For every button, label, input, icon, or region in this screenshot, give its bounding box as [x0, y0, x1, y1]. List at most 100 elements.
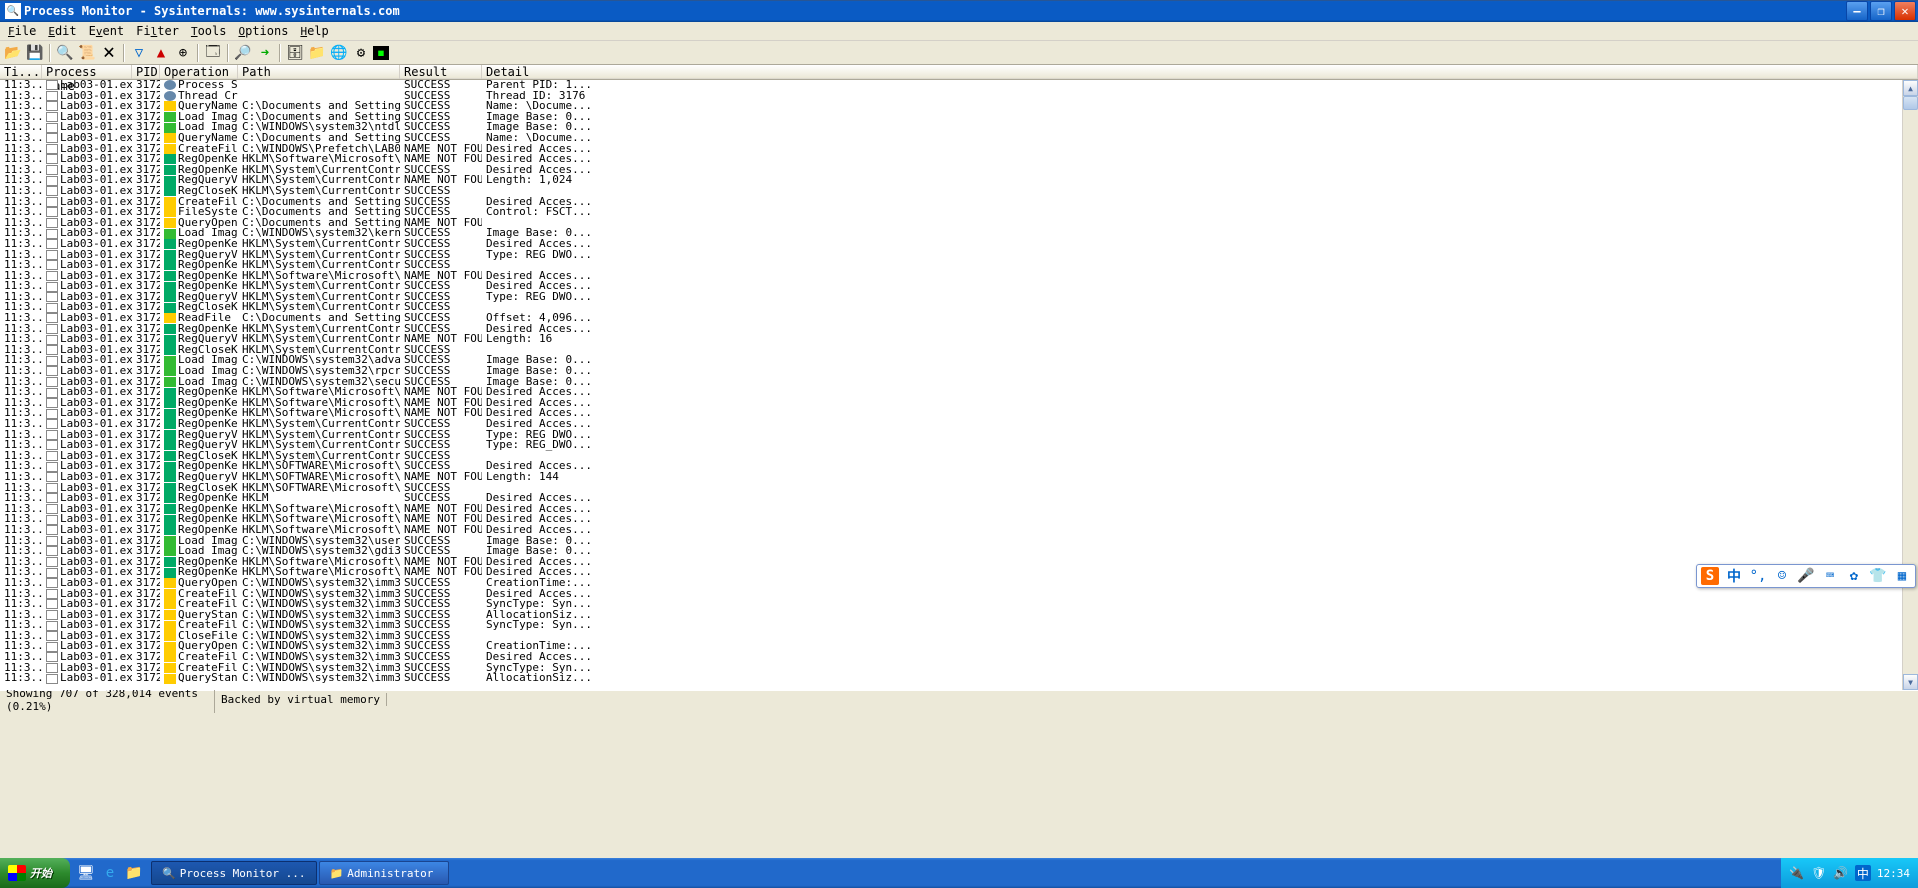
table-row[interactable]: 11:3...Lab03-01.exe3172Process StartSUCC… [0, 80, 1918, 91]
table-row[interactable]: 11:3...Lab03-01.exe3172RegOpenKeyHKLM\SO… [0, 461, 1918, 472]
menu-event[interactable]: Event [83, 23, 131, 39]
start-button[interactable]: 开始 [0, 858, 70, 888]
maximize-button[interactable]: ❐ [1870, 1, 1892, 21]
ime-skin-icon[interactable]: ✿ [1845, 567, 1863, 585]
scroll-down-button[interactable]: ▼ [1903, 674, 1918, 690]
table-row[interactable]: 11:3...Lab03-01.exe3172CreateFileC:\WIND… [0, 589, 1918, 600]
table-row[interactable]: 11:3...Lab03-01.exe3172RegQueryValueHKLM… [0, 472, 1918, 483]
ql-show-desktop-icon[interactable]: 🖥 [76, 862, 96, 884]
scroll-thumb[interactable] [1903, 96, 1918, 110]
table-row[interactable]: 11:3...Lab03-01.exe3172RegQueryValueHKLM… [0, 430, 1918, 441]
table-row[interactable]: 11:3...Lab03-01.exe3172QueryOpenC:\WINDO… [0, 641, 1918, 652]
scroll-up-button[interactable]: ▲ [1903, 80, 1918, 96]
table-row[interactable]: 11:3...Lab03-01.exe3172RegQueryValueHKLM… [0, 440, 1918, 451]
table-row[interactable]: 11:3...Lab03-01.exe3172RegOpenKeyHKLM\So… [0, 567, 1918, 578]
highlight-button[interactable]: ▲ [151, 43, 171, 63]
col-process[interactable]: Process Name [42, 65, 132, 79]
menu-options[interactable]: Options [232, 23, 294, 39]
taskbar-item-explorer[interactable]: 📁 Administrator [319, 861, 449, 885]
table-row[interactable]: 11:3...Lab03-01.exe3172RegOpenKeyHKLM\Sy… [0, 165, 1918, 176]
tray-lang-icon[interactable]: 中 [1855, 865, 1871, 881]
table-row[interactable]: 11:3...Lab03-01.exe3172Load ImageC:\WIND… [0, 536, 1918, 547]
table-row[interactable]: 11:3...Lab03-01.exe3172Load ImageC:\WIND… [0, 546, 1918, 557]
table-row[interactable]: 11:3...Lab03-01.exe3172CreateFileM...C:\… [0, 620, 1918, 631]
table-row[interactable]: 11:3...Lab03-01.exe3172QueryStanda...C:\… [0, 610, 1918, 621]
table-row[interactable]: 11:3...Lab03-01.exe3172Load ImageC:\Docu… [0, 112, 1918, 123]
table-row[interactable]: 11:3...Lab03-01.exe3172RegOpenKeyHKLM\So… [0, 557, 1918, 568]
ql-ie-icon[interactable]: e [100, 862, 120, 884]
table-row[interactable]: 11:3...Lab03-01.exe3172RegQueryValueHKLM… [0, 250, 1918, 261]
process-tree-button[interactable]: 🗔 [203, 43, 223, 63]
table-row[interactable]: 11:3...Lab03-01.exe3172RegQueryValueHKLM… [0, 175, 1918, 186]
table-row[interactable]: 11:3...Lab03-01.exe3172CreateFileC:\Docu… [0, 197, 1918, 208]
col-path[interactable]: Path [238, 65, 400, 79]
table-row[interactable]: 11:3...Lab03-01.exe3172RegOpenKeyHKLM\So… [0, 408, 1918, 419]
vertical-scrollbar[interactable]: ▲ ▼ [1902, 80, 1918, 690]
menu-file[interactable]: File [2, 23, 42, 39]
menu-edit[interactable]: Edit [42, 23, 82, 39]
col-operation[interactable]: Operation [160, 65, 238, 79]
table-row[interactable]: 11:3...Lab03-01.exe3172Load ImageC:\WIND… [0, 228, 1918, 239]
table-row[interactable]: 11:3...Lab03-01.exe3172FileSystemC...C:\… [0, 207, 1918, 218]
col-time[interactable]: Ti... [0, 65, 42, 79]
menu-filter[interactable]: Filter [130, 23, 185, 39]
table-row[interactable]: 11:3...Lab03-01.exe3172Load ImageC:\WIND… [0, 366, 1918, 377]
table-row[interactable]: 11:3...Lab03-01.exe3172RegOpenKeyHKLM\So… [0, 514, 1918, 525]
menu-tools[interactable]: Tools [185, 23, 233, 39]
tray-clock[interactable]: 12:34 [1877, 867, 1910, 880]
table-row[interactable]: 11:3...Lab03-01.exe3172RegOpenKeyHKLM\So… [0, 398, 1918, 409]
table-row[interactable]: 11:3...Lab03-01.exe3172RegOpenKeyHKLM\So… [0, 271, 1918, 282]
ime-keyboard-icon[interactable]: ⌨ [1821, 567, 1839, 585]
ime-logo-icon[interactable]: S [1701, 567, 1719, 585]
table-row[interactable]: 11:3...Lab03-01.exe3172RegCloseKeyHKLM\S… [0, 483, 1918, 494]
show-filesystem-button[interactable]: 📁 [307, 43, 327, 63]
ime-lang-button[interactable]: 中 [1725, 567, 1743, 585]
menu-help[interactable]: Help [294, 23, 334, 39]
table-row[interactable]: 11:3...Lab03-01.exe3172RegOpenKeyHKLMSUC… [0, 493, 1918, 504]
table-row[interactable]: 11:3...Lab03-01.exe3172Thread CreateSUCC… [0, 91, 1918, 102]
ime-mic-icon[interactable]: 🎤 [1797, 567, 1815, 585]
table-row[interactable]: 11:3...Lab03-01.exe3172Load ImageC:\WIND… [0, 122, 1918, 133]
col-result[interactable]: Result [400, 65, 482, 79]
table-row[interactable]: 11:3...Lab03-01.exe3172CloseFileC:\WINDO… [0, 631, 1918, 642]
table-row[interactable]: 11:3...Lab03-01.exe3172QueryOpenC:\WINDO… [0, 578, 1918, 589]
show-network-button[interactable]: 🌐 [329, 43, 349, 63]
ime-settings-icon[interactable]: ▦ [1893, 567, 1911, 585]
table-row[interactable]: 11:3...Lab03-01.exe3172Load ImageC:\WIND… [0, 355, 1918, 366]
tray-safely-remove-icon[interactable]: 🔌 [1789, 865, 1805, 881]
capture-button[interactable]: 🔍 [55, 43, 75, 63]
ime-emoji-icon[interactable]: ☺ [1773, 567, 1791, 585]
table-row[interactable]: 11:3...Lab03-01.exe3172RegOpenKeyHKLM\Sy… [0, 324, 1918, 335]
show-profiling-button[interactable]: ▪ [373, 46, 389, 60]
table-body[interactable]: 11:3...Lab03-01.exe3172Process StartSUCC… [0, 80, 1918, 690]
filter-button[interactable]: ▽ [129, 43, 149, 63]
table-row[interactable]: 11:3...Lab03-01.exe3172RegOpenKeyHKLM\Sy… [0, 239, 1918, 250]
jump-button[interactable]: ➜ [255, 43, 275, 63]
table-row[interactable]: 11:3...Lab03-01.exe3172QueryOpenC:\Docum… [0, 218, 1918, 229]
table-row[interactable]: 11:3...Lab03-01.exe3172CreateFileM...C:\… [0, 663, 1918, 674]
tray-volume-icon[interactable]: 🔊 [1833, 865, 1849, 881]
table-row[interactable]: 11:3...Lab03-01.exe3172RegOpenKeyHKLM\Sy… [0, 419, 1918, 430]
table-row[interactable]: 11:3...Lab03-01.exe3172RegOpenKeyHKLM\So… [0, 387, 1918, 398]
table-row[interactable]: 11:3...Lab03-01.exe3172RegCloseKeyHKLM\S… [0, 186, 1918, 197]
save-button[interactable]: 💾 [25, 43, 45, 63]
show-process-button[interactable]: ⚙ [351, 43, 371, 63]
table-row[interactable]: 11:3...Lab03-01.exe3172RegOpenKeyHKLM\So… [0, 154, 1918, 165]
col-pid[interactable]: PID [132, 65, 160, 79]
table-row[interactable]: 11:3...Lab03-01.exe3172RegOpenKeyHKLM\So… [0, 504, 1918, 515]
tray-shield-icon[interactable]: 🛡 [1811, 865, 1827, 881]
table-row[interactable]: 11:3...Lab03-01.exe3172QueryNameIn...C:\… [0, 101, 1918, 112]
table-row[interactable]: 11:3...Lab03-01.exe3172QueryStanda...C:\… [0, 673, 1918, 684]
ime-punct-icon[interactable]: °, [1749, 567, 1767, 585]
table-row[interactable]: 11:3...Lab03-01.exe3172CreateFileC:\WIND… [0, 652, 1918, 663]
close-button[interactable]: ✕ [1894, 1, 1916, 21]
table-row[interactable]: 11:3...Lab03-01.exe3172RegCloseKeyHKLM\S… [0, 451, 1918, 462]
table-row[interactable]: 11:3...Lab03-01.exe3172RegQueryValueHKLM… [0, 334, 1918, 345]
ime-tool-icon[interactable]: 👕 [1869, 567, 1887, 585]
open-button[interactable]: 📂 [3, 43, 23, 63]
table-row[interactable]: 11:3...Lab03-01.exe3172RegCloseKeyHKLM\S… [0, 302, 1918, 313]
find-button[interactable]: 🔎 [233, 43, 253, 63]
table-row[interactable]: 11:3...Lab03-01.exe3172Load ImageC:\WIND… [0, 377, 1918, 388]
clear-button[interactable]: 🗙 [99, 43, 119, 63]
table-row[interactable]: 11:3...Lab03-01.exe3172RegOpenKeyHKLM\So… [0, 525, 1918, 536]
